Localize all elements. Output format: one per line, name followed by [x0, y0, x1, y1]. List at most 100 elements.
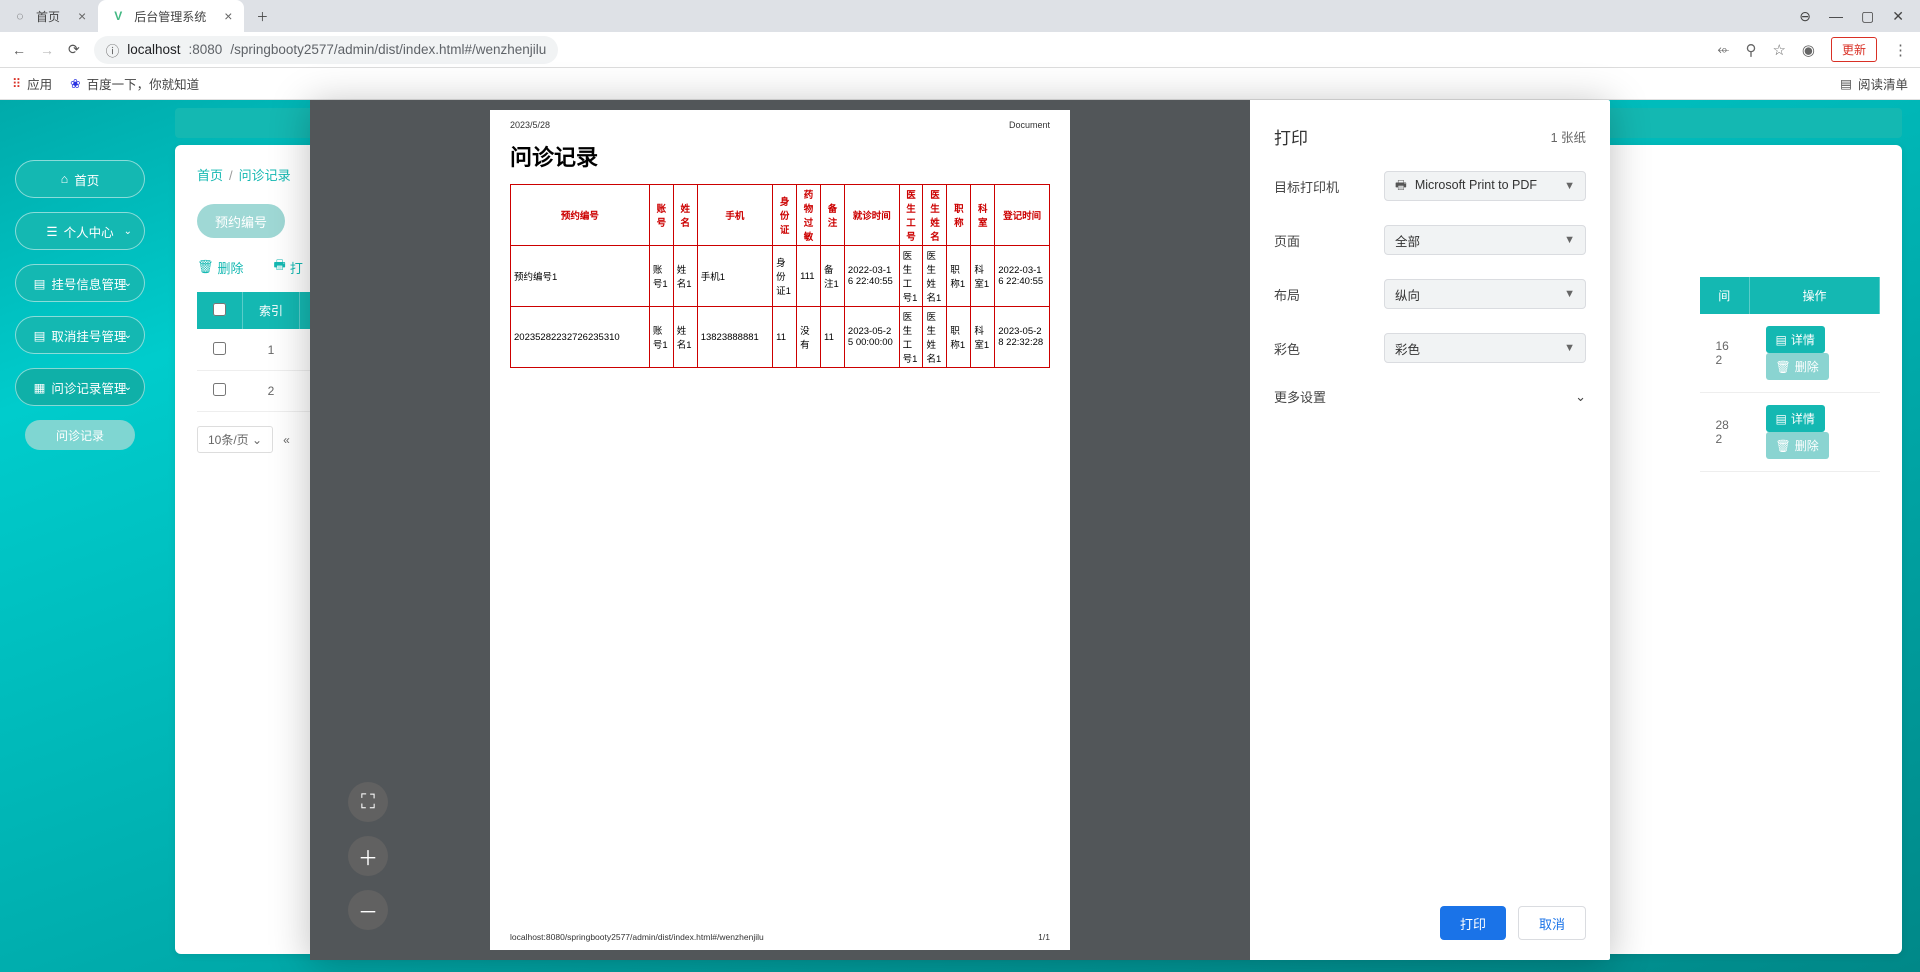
color-label: 彩色 — [1274, 339, 1384, 358]
print-preview-pane: 2023/5/28Document 问诊记录 预约编号账号姓名手机身份证药物过敏… — [310, 100, 1250, 960]
preview-page: 2023/5/28Document 问诊记录 预约编号账号姓名手机身份证药物过敏… — [490, 110, 1070, 950]
minimize-icon[interactable]: — — [1829, 8, 1843, 25]
zoom-out-button[interactable]: － — [348, 890, 388, 930]
preview-cell: 2022-03-16 22:40:55 — [844, 246, 899, 307]
layout-value: 纵向 — [1395, 285, 1420, 304]
printer-icon: 🖶 — [1395, 178, 1407, 192]
more-label: 更多设置 — [1274, 387, 1326, 406]
preview-cell: 姓名1 — [673, 307, 697, 368]
stop-icon[interactable]: ⊖ — [1799, 8, 1811, 25]
color-select[interactable]: 彩色▼ — [1384, 333, 1586, 363]
bookmark-label: 百度一下，你就知道 — [87, 74, 200, 93]
close-icon[interactable]: ✕ — [1892, 8, 1904, 25]
reload-icon[interactable]: ⟳ — [68, 41, 80, 58]
preview-cell: 预约编号1 — [511, 246, 650, 307]
preview-cell: 账号1 — [649, 246, 673, 307]
preview-cell: 111 — [797, 246, 821, 307]
preview-date: 2023/5/28 — [510, 120, 550, 130]
print-settings-pane: 打印1 张纸 目标打印机 🖶Microsoft Print to PDF▼ 页面… — [1250, 100, 1610, 960]
preview-row: 20235282232726235310账号1姓名11382388888111没… — [511, 307, 1050, 368]
preview-footer-page: 1/1 — [1038, 932, 1050, 942]
preview-cell: 2022-03-16 22:40:55 — [995, 246, 1050, 307]
preview-cell: 医生姓名1 — [923, 307, 947, 368]
pages-value: 全部 — [1395, 231, 1420, 250]
vue-icon: V — [110, 8, 126, 24]
preview-row: 预约编号1账号1姓名1手机1身份证1111备注12022-03-16 22:40… — [511, 246, 1050, 307]
print-button[interactable]: 打印 — [1440, 906, 1506, 940]
preview-th: 身份证 — [773, 185, 797, 246]
layout-select[interactable]: 纵向▼ — [1384, 279, 1586, 309]
fit-page-button[interactable]: ⛶ — [348, 782, 388, 822]
zoom-in-button[interactable]: ＋ — [348, 836, 388, 876]
pages-row: 页面 全部 ▼ — [1274, 225, 1586, 255]
bookmark-bar: ⠿ 应用 ❀百度一下，你就知道 ▤阅读清单 — [0, 68, 1920, 100]
print-dialog: 2023/5/28Document 问诊记录 预约编号账号姓名手机身份证药物过敏… — [310, 100, 1610, 960]
preview-th: 就诊时间 — [844, 185, 899, 246]
browser-tab-0[interactable]: ◌ 首页 ← × — [0, 0, 98, 32]
preview-th: 药物过敏 — [797, 185, 821, 246]
layout-row: 布局 纵向▼ — [1274, 279, 1586, 309]
apps-bookmark[interactable]: ⠿ 应用 — [12, 74, 52, 93]
preview-cell: 2023-05-25 00:00:00 — [844, 307, 899, 368]
new-tab-button[interactable]: ＋ — [244, 0, 280, 32]
preview-cell: 科室1 — [971, 307, 995, 368]
more-settings[interactable]: 更多设置⌄ — [1274, 387, 1586, 406]
preview-title: 问诊记录 — [510, 140, 1050, 172]
pages-label: 页面 — [1274, 231, 1384, 250]
preview-th: 医生工号 — [899, 185, 923, 246]
preview-cell: 11 — [773, 307, 797, 368]
preview-cell: 备注1 — [821, 246, 845, 307]
menu-icon[interactable]: ⋮ — [1893, 41, 1908, 59]
preview-table: 预约编号账号姓名手机身份证药物过敏备注就诊时间医生工号医生姓名职称科室登记时间 … — [510, 184, 1050, 368]
layout-label: 布局 — [1274, 285, 1384, 304]
update-button[interactable]: 更新 — [1831, 37, 1877, 62]
chevron-down-icon: ▼ — [1564, 234, 1575, 246]
search-icon[interactable]: ⚲ — [1745, 41, 1756, 59]
url-path: /springbooty2577/admin/dist/index.html#/… — [230, 42, 546, 57]
browser-tab-1[interactable]: V 后台管理系统 × — [98, 0, 244, 32]
browser-titlebar: ◌ 首页 ← × V 后台管理系统 × ＋ ⊖ — ▢ ✕ — [0, 0, 1920, 32]
preview-cell: 20235282232726235310 — [511, 307, 650, 368]
preview-cell: 没有 — [797, 307, 821, 368]
chevron-down-icon: ▼ — [1564, 342, 1575, 354]
preview-th: 账号 — [649, 185, 673, 246]
preview-th: 职称 — [947, 185, 971, 246]
preview-cell: 账号1 — [649, 307, 673, 368]
preview-th: 手机 — [697, 185, 772, 246]
info-icon: ⓘ — [106, 40, 120, 60]
tab-title: 首页 — [36, 8, 60, 25]
color-row: 彩色 彩色▼ — [1274, 333, 1586, 363]
baidu-bookmark[interactable]: ❀百度一下，你就知道 — [70, 74, 199, 93]
preview-th: 医生姓名 — [923, 185, 947, 246]
tab-close-icon[interactable]: × — [78, 8, 86, 24]
star-icon[interactable]: ☆ — [1772, 41, 1785, 59]
tab-close-icon[interactable]: × — [224, 8, 232, 24]
window-controls: ⊖ — ▢ ✕ — [1783, 8, 1920, 25]
pages-select[interactable]: 全部 ▼ — [1384, 225, 1586, 255]
cancel-button[interactable]: 取消 — [1518, 906, 1586, 940]
preview-cell: 2023-05-28 22:32:28 — [995, 307, 1050, 368]
preview-th: 科室 — [971, 185, 995, 246]
sheet-count: 1 张纸 — [1551, 127, 1586, 146]
preview-cell: 医生姓名1 — [923, 246, 947, 307]
avatar-icon[interactable]: ◉ — [1802, 41, 1815, 59]
printer-select[interactable]: 🖶 Microsoft Print to PDF ▼ — [1384, 171, 1586, 201]
reading-list[interactable]: ▤阅读清单 — [1840, 74, 1908, 93]
printer-value: Microsoft Print to PDF — [1415, 178, 1537, 192]
maximize-icon[interactable]: ▢ — [1861, 8, 1874, 25]
key-icon[interactable]: ⬰ — [1717, 41, 1729, 58]
bookmark-label: 应用 — [27, 74, 52, 93]
preview-cell: 身份证1 — [773, 246, 797, 307]
url-input[interactable]: ⓘ localhost :8080/springbooty2577/admin/d… — [94, 36, 559, 64]
url-port: :8080 — [189, 42, 223, 57]
apps-icon: ⠿ — [12, 76, 21, 91]
url-host: localhost — [127, 42, 180, 57]
preview-cell: 医生工号1 — [899, 246, 923, 307]
preview-th: 登记时间 — [995, 185, 1050, 246]
reading-list-label: 阅读清单 — [1858, 74, 1908, 93]
back-icon[interactable]: ← — [12, 42, 26, 58]
preview-cell: 手机1 — [697, 246, 772, 307]
preview-th: 姓名 — [673, 185, 697, 246]
preview-cell: 11 — [821, 307, 845, 368]
chevron-down-icon: ▼ — [1564, 180, 1575, 192]
